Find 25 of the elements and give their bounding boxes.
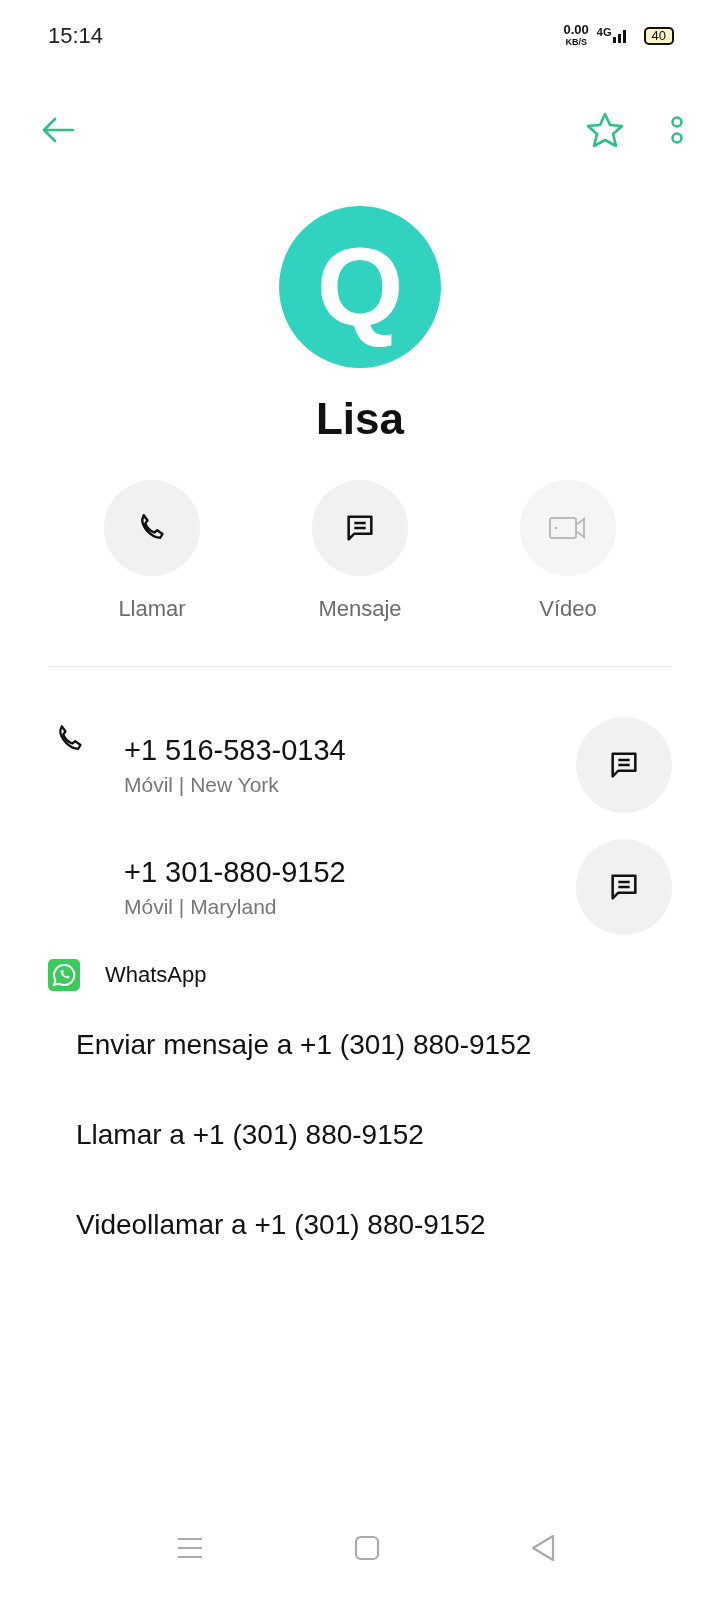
action-label: Mensaje bbox=[318, 596, 402, 622]
network-speed: 0.00 KB/S bbox=[563, 24, 589, 48]
menu-icon[interactable] bbox=[176, 1536, 204, 1560]
more-options-button[interactable] bbox=[670, 115, 684, 145]
signal-icon bbox=[611, 29, 628, 43]
whatsapp-icon bbox=[48, 959, 80, 991]
whatsapp-label: WhatsApp bbox=[105, 962, 207, 988]
battery-indicator: 40 bbox=[643, 27, 674, 45]
whatsapp-option[interactable]: Llamar a +1 (301) 880-9152 bbox=[0, 1119, 424, 1151]
network-type: 4G bbox=[596, 26, 612, 38]
phone-detail: Móvil | Maryland bbox=[124, 894, 277, 919]
favorite-star-button[interactable] bbox=[586, 112, 624, 148]
back-nav-icon[interactable] bbox=[530, 1534, 556, 1562]
back-button[interactable] bbox=[40, 116, 76, 144]
contact-name: Lisa bbox=[315, 394, 404, 444]
home-icon[interactable] bbox=[354, 1535, 380, 1561]
whatsapp-option[interactable]: Videollamar a +1 (301) 880-9152 bbox=[0, 1209, 486, 1241]
action-label: Vídeo bbox=[539, 596, 597, 622]
phone-detail: Móvil | New York bbox=[124, 772, 279, 797]
whatsapp-option[interactable]: Enviar mensaje a +1 (301) 880-9152 bbox=[0, 1029, 532, 1061]
status-time: 15:14 bbox=[48, 23, 104, 49]
phone-number[interactable]: +1 516-583-0134 bbox=[124, 733, 346, 767]
phone-number[interactable]: +1 301-880-9152 bbox=[124, 855, 346, 889]
action-label: Llamar bbox=[118, 596, 186, 622]
contact-avatar: Q bbox=[279, 206, 441, 368]
